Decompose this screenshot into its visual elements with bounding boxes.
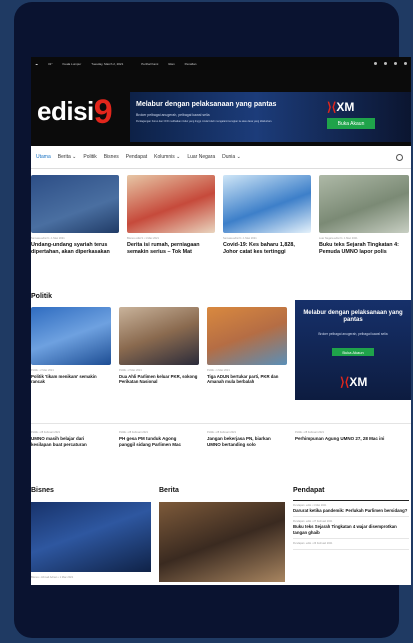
opinion-meta: Pendapat • edisi • 27 Februari 2021 [293, 520, 333, 524]
twitter-icon[interactable] [394, 62, 397, 65]
nav-home[interactable]: Utama [36, 154, 51, 160]
ad-headline: Melabur dengan pelaksanaan yang pantas [303, 310, 403, 324]
article-meta: Luar Negara edisi 9 • 1 Mac 2021 [319, 237, 358, 240]
temperature: 31° [48, 61, 53, 66]
opinion-item[interactable]: Pendapat • edisi • 27 Februari 2021 Buku… [293, 517, 409, 540]
article-image[interactable] [31, 175, 119, 233]
nav-world[interactable]: Luar Negara [187, 154, 215, 160]
business-lead-image[interactable] [31, 502, 151, 572]
ad-sub: Broker pelbagai anugerah, pelbagai kawal… [318, 332, 388, 336]
article-title[interactable]: Tiga ADUN bertukar parti, PKR dan Amanah… [207, 374, 287, 385]
xm-ad-banner[interactable]: Melabur dengan pelaksanaan yang pantas B… [130, 92, 411, 142]
article-title[interactable]: UMNO masih belajar dari kesilapan buat p… [31, 436, 105, 447]
mini-article[interactable]: Politik • 28 Februari 2021 UMNO masih be… [31, 431, 105, 447]
article-meta: Politik • 28 Februari 2021 [207, 431, 237, 434]
youtube-icon[interactable] [404, 62, 407, 65]
banner-headline: Melabur dengan pelaksanaan yang pantas [136, 101, 277, 108]
section-title-business[interactable]: Bisnes [31, 487, 54, 494]
section-title-news[interactable]: Berita [159, 487, 179, 494]
divider [31, 423, 411, 424]
nav-business[interactable]: Bisnes [104, 154, 119, 160]
article-card[interactable]: Politik • 2 Mac 2021 Dua Ahli Parlimen k… [119, 307, 199, 385]
top-bar: ☁ 31° Kuala Lumpur Tuesday, March 2, 202… [31, 57, 411, 70]
logo-word: edisi [37, 96, 94, 126]
article-meta: Politik • 28 Februari 2021 [295, 431, 325, 434]
article-image[interactable] [319, 175, 409, 233]
search-icon[interactable] [396, 153, 403, 161]
facebook-icon[interactable] [374, 62, 377, 65]
open-account-button[interactable]: Buka Akaun [332, 348, 374, 356]
section-title-politics[interactable]: Politik [31, 293, 52, 300]
banner-sub: Broker pelbagai anugerah, pelbagai kawal… [136, 113, 210, 117]
news-lead-image[interactable] [159, 502, 285, 582]
article-meta: Politik • 1 Mac 2021 [207, 369, 230, 372]
article-meta: Politik • 28 Februari 2021 [31, 431, 61, 434]
article-meta: Politik • 2 Mac 2021 [119, 369, 142, 372]
article-card[interactable]: Semasa edisi 9 • 1 Mac 2021 Undang-undan… [31, 175, 119, 256]
article-title[interactable]: PH gesa PM tunduk Agong panggil sidang P… [119, 436, 193, 447]
article-title[interactable]: Dua Ahli Parlimen keluar PKR, sokong Per… [119, 374, 199, 385]
instagram-icon[interactable] [384, 62, 387, 65]
article-card[interactable]: Semasa edisi 9 • 1 Mac 2021 Covid-19: Ke… [223, 175, 311, 256]
article-title[interactable]: Covid-19: Kes baharu 1,828, Johor catat … [223, 242, 311, 256]
topbar-link-about[interactable]: Perihal Kami [141, 62, 158, 66]
site-header: edisi9 Melabur dengan pelaksanaan yang p… [31, 70, 411, 146]
article-image[interactable] [127, 175, 215, 233]
opinion-title[interactable]: Buku teks Sejarah Tingkatan 4 wajar dise… [293, 524, 409, 535]
mini-article[interactable]: Politik • 28 Februari 2021 Jangan bekerj… [207, 431, 281, 447]
article-image[interactable] [207, 307, 287, 365]
topbar-link-ads[interactable]: Iklan [168, 62, 174, 66]
section-title-opinion[interactable]: Pendapat [293, 487, 325, 494]
article-meta: Politik • 28 Februari 2021 [119, 431, 149, 434]
article-meta: Politik • 2 Mac 2021 [31, 369, 54, 372]
xm-logo: ⟩⟨XM [327, 100, 355, 114]
social-icons [374, 62, 407, 65]
opinion-meta: Pendapat • edisi • 1 Mac 2021 [293, 504, 327, 507]
topbar-link-disclaimer[interactable]: Penafian [185, 62, 197, 66]
business-meta: Bisnes • Ahmad Adnan • 1 Mac 2021 [31, 576, 74, 579]
article-card[interactable]: Luar Negara edisi 9 • 1 Mac 2021 Buku te… [319, 175, 409, 256]
xm-logo: ⟩⟨XM [340, 375, 368, 389]
opinion-list: Pendapat • edisi • 1 Mac 2021 Darurat ke… [293, 497, 409, 551]
nav-news[interactable]: Berita ⌄ [58, 154, 77, 160]
article-card[interactable]: Politik • 1 Mac 2021 Tiga ADUN bertukar … [207, 307, 287, 385]
article-image[interactable] [31, 307, 111, 365]
website-screen: ☁ 31° Kuala Lumpur Tuesday, March 2, 202… [31, 57, 411, 585]
nav-politics[interactable]: Politik [83, 154, 96, 160]
site-logo[interactable]: edisi9 [37, 90, 113, 131]
location: Kuala Lumpur [62, 61, 82, 66]
article-meta: Semasa edisi 9 • 1 Mac 2021 [223, 237, 257, 240]
weather-icon: ☁ [35, 61, 38, 66]
nav-columnists[interactable]: Kolumnis ⌄ [154, 154, 180, 160]
article-title[interactable]: Undang-undang syariah terus dipertahan, … [31, 242, 119, 256]
opinion-meta: Pendapat • edisi • 26 Februari 2021 [293, 542, 333, 546]
main-nav: Utama Berita ⌄ Politik Bisnes Pendapat K… [31, 146, 411, 169]
opinion-item[interactable]: Pendapat • edisi • 1 Mac 2021 Darurat ke… [293, 501, 409, 518]
open-account-button[interactable]: Buka Akaun [327, 118, 375, 129]
mini-article[interactable]: Politik • 28 Februari 2021 Perhimpunan A… [295, 431, 395, 442]
article-image[interactable] [223, 175, 311, 233]
article-card[interactable]: Politik • 2 Mac 2021 Politik 'tikam meni… [31, 307, 111, 385]
opinion-title[interactable]: Darurat ketika pandemik: Perlukah Parlim… [293, 508, 409, 513]
banner-fine-print: Perdagangan Forex dan CFD melibatkan ris… [136, 120, 273, 123]
mini-article[interactable]: Politik • 28 Februari 2021 PH gesa PM tu… [119, 431, 193, 447]
article-meta: Semasa edisi 9 • 1 Mac 2021 [31, 237, 65, 240]
article-title[interactable]: Politik 'tikam menikam' semakin rancak [31, 374, 111, 385]
article-title[interactable]: Derita isi rumah, perniagaan semakin ser… [127, 242, 215, 256]
opinion-item[interactable]: Pendapat • edisi • 26 Februari 2021 [293, 539, 409, 551]
xm-ad-side[interactable]: Melabur dengan pelaksanaan yang pantas B… [295, 300, 411, 400]
nav-opinion[interactable]: Pendapat [126, 154, 147, 160]
date: Tuesday, March 2, 2021 [91, 61, 124, 66]
article-card[interactable]: Bisnes edisi 9 • 1 Mac 2021 Derita isi r… [127, 175, 215, 256]
article-title[interactable]: Perhimpunan Agung UMNO 27, 28 Mac ini [295, 436, 395, 442]
article-image[interactable] [119, 307, 199, 365]
article-title[interactable]: Jangan bekerjasa PN, biarkan UMNO bertan… [207, 436, 281, 447]
article-meta: Bisnes edisi 9 • 1 Mac 2021 [127, 237, 159, 240]
logo-nine: 9 [93, 93, 113, 131]
nav-global[interactable]: Dunia ⌄ [222, 154, 241, 160]
article-title[interactable]: Buku teks Sejarah Tingkatan 4: Pemuda UM… [319, 242, 409, 256]
